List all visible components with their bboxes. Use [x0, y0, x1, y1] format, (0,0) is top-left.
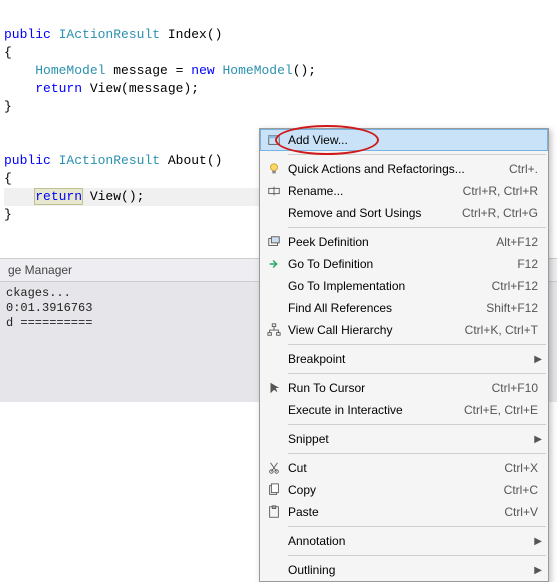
menu-item-view-call-hierarchy[interactable]: View Call HierarchyCtrl+K, Ctrl+T	[260, 319, 548, 341]
menu-item-label: Remove and Sort Usings	[284, 206, 462, 220]
menu-separator	[288, 555, 546, 556]
submenu-arrow-icon: ▶	[532, 536, 542, 547]
menu-separator	[288, 424, 546, 425]
menu-item-shortcut: Ctrl+C	[504, 483, 542, 497]
menu-item-shortcut: Ctrl+K, Ctrl+T	[465, 323, 542, 337]
type-iactionresult: IActionResult	[59, 153, 160, 168]
menu-item-paste[interactable]: PasteCtrl+V	[260, 501, 548, 523]
menu-item-execute-in-interactive[interactable]: Execute in InteractiveCtrl+E, Ctrl+E	[260, 399, 548, 421]
method-name-about: About()	[160, 153, 222, 168]
type-homemodel: HomeModel	[222, 63, 292, 78]
menu-item-rename[interactable]: Rename...Ctrl+R, Ctrl+R	[260, 180, 548, 202]
peek-icon	[264, 235, 284, 249]
menu-item-label: Add View...	[284, 133, 542, 147]
menu-item-shortcut: Ctrl+.	[509, 162, 542, 176]
menu-item-go-to-implementation[interactable]: Go To ImplementationCtrl+F12	[260, 275, 548, 297]
menu-item-shortcut: Ctrl+R, Ctrl+G	[462, 206, 542, 220]
menu-item-cut[interactable]: CutCtrl+X	[260, 457, 548, 479]
menu-item-shortcut: Shift+F12	[486, 301, 542, 315]
menu-item-label: Paste	[284, 505, 504, 519]
code-text: ();	[293, 63, 316, 78]
menu-separator	[288, 453, 546, 454]
menu-item-label: Breakpoint	[284, 352, 532, 366]
brace-open: {	[4, 45, 12, 60]
menu-item-find-all-references[interactable]: Find All ReferencesShift+F12	[260, 297, 548, 319]
cut-icon	[264, 461, 284, 475]
menu-item-remove-and-sort-usings[interactable]: Remove and Sort UsingsCtrl+R, Ctrl+G	[260, 202, 548, 224]
menu-item-label: Go To Definition	[284, 257, 517, 271]
menu-item-label: Execute in Interactive	[284, 403, 464, 417]
menu-item-shortcut: Ctrl+F12	[492, 279, 542, 293]
menu-item-quick-actions-and-refactorings[interactable]: Quick Actions and Refactorings...Ctrl+.	[260, 158, 548, 180]
keyword-public: public	[4, 153, 51, 168]
menu-item-label: Rename...	[284, 184, 463, 198]
menu-item-label: Outlining	[284, 563, 532, 577]
menu-separator	[288, 373, 546, 374]
type-homemodel: HomeModel	[35, 63, 105, 78]
copy-icon	[264, 483, 284, 497]
cursor-icon	[264, 381, 284, 395]
menu-item-label: View Call Hierarchy	[284, 323, 465, 337]
hier-icon	[264, 323, 284, 337]
brace-open: {	[4, 171, 12, 186]
menu-item-label: Snippet	[284, 432, 532, 446]
submenu-arrow-icon: ▶	[532, 354, 542, 365]
menu-item-shortcut: Ctrl+X	[504, 461, 542, 475]
menu-item-outlining[interactable]: Outlining▶	[260, 559, 548, 581]
menu-item-snippet[interactable]: Snippet▶	[260, 428, 548, 450]
output-line: d ==========	[6, 316, 92, 330]
menu-item-go-to-definition[interactable]: Go To DefinitionF12	[260, 253, 548, 275]
menu-item-label: Find All References	[284, 301, 486, 315]
menu-separator	[288, 227, 546, 228]
menu-item-run-to-cursor[interactable]: Run To CursorCtrl+F10	[260, 377, 548, 399]
menu-item-label: Go To Implementation	[284, 279, 492, 293]
output-line: 0:01.3916763	[6, 301, 92, 315]
goto-icon	[264, 257, 284, 271]
code-text: View(message);	[82, 81, 199, 96]
keyword-return: return	[35, 189, 82, 204]
brace-close: }	[4, 99, 12, 114]
menu-item-breakpoint[interactable]: Breakpoint▶	[260, 348, 548, 370]
keyword-public: public	[4, 27, 51, 42]
menu-item-shortcut: Ctrl+F10	[492, 381, 542, 395]
brace-close: }	[4, 207, 12, 222]
submenu-arrow-icon: ▶	[532, 434, 542, 445]
paste-icon	[264, 505, 284, 519]
menu-item-add-view[interactable]: Add View...	[260, 129, 548, 151]
menu-item-label: Copy	[284, 483, 504, 497]
menu-item-label: Run To Cursor	[284, 381, 492, 395]
keyword-return: return	[35, 81, 82, 96]
menu-item-shortcut: F12	[517, 257, 542, 271]
code-text: message =	[105, 63, 191, 78]
menu-item-shortcut: Ctrl+R, Ctrl+R	[463, 184, 542, 198]
menu-item-shortcut: Ctrl+V	[504, 505, 542, 519]
menu-item-shortcut: Ctrl+E, Ctrl+E	[464, 403, 542, 417]
menu-item-label: Quick Actions and Refactorings...	[284, 162, 509, 176]
menu-item-label: Peek Definition	[284, 235, 496, 249]
menu-item-copy[interactable]: CopyCtrl+C	[260, 479, 548, 501]
rename-icon	[264, 184, 284, 198]
view-icon	[264, 133, 284, 147]
menu-separator	[288, 344, 546, 345]
menu-item-peek-definition[interactable]: Peek DefinitionAlt+F12	[260, 231, 548, 253]
menu-item-label: Cut	[284, 461, 504, 475]
type-iactionresult: IActionResult	[59, 27, 160, 42]
menu-separator	[288, 526, 546, 527]
output-line: ckages...	[6, 286, 71, 300]
code-text: View();	[82, 189, 144, 204]
method-name-index: Index()	[160, 27, 222, 42]
menu-item-label: Annotation	[284, 534, 532, 548]
bulb-icon	[264, 162, 284, 176]
keyword-new: new	[191, 63, 214, 78]
menu-item-shortcut: Alt+F12	[496, 235, 542, 249]
context-menu[interactable]: Add View... Quick Actions and Refactoring…	[259, 128, 549, 582]
submenu-arrow-icon: ▶	[532, 565, 542, 576]
menu-separator	[288, 154, 546, 155]
menu-item-annotation[interactable]: Annotation▶	[260, 530, 548, 552]
